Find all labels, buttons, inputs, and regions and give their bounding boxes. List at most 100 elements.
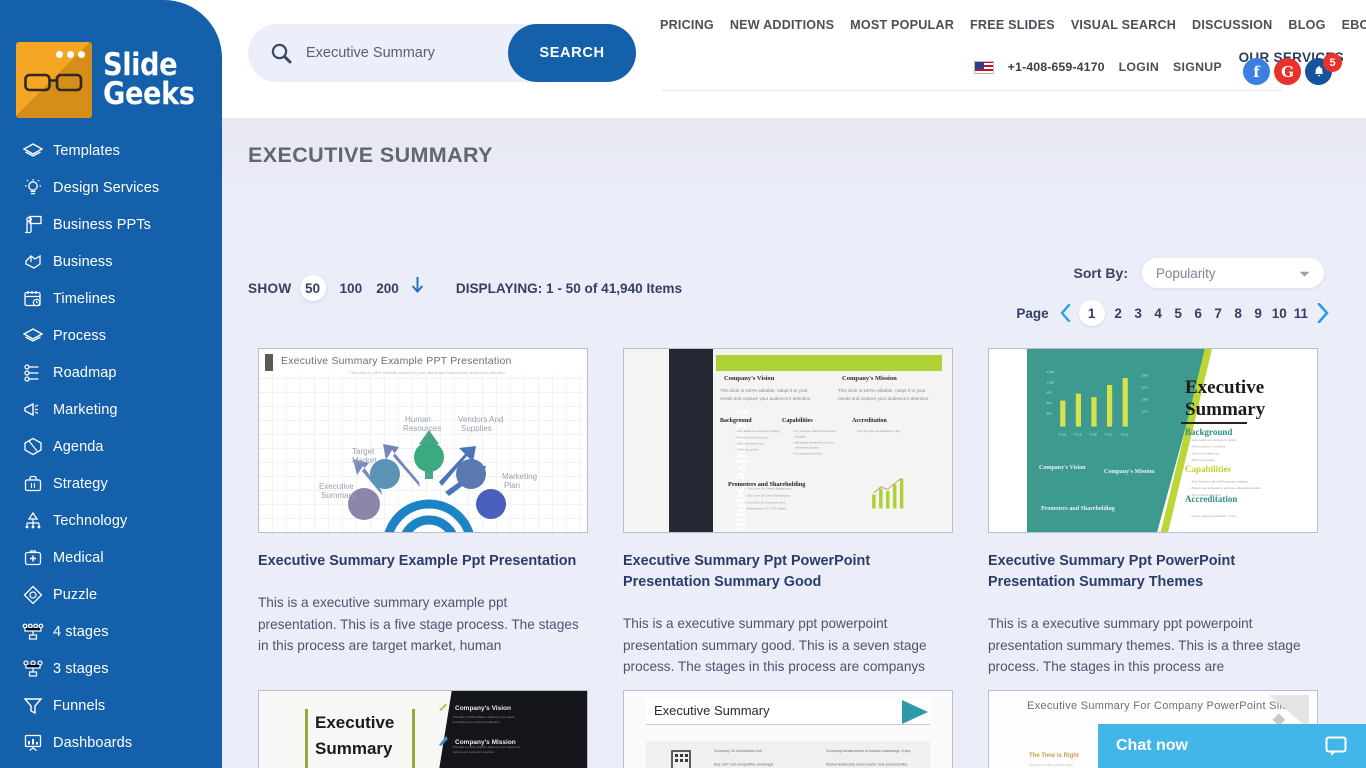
search-button[interactable]: SEARCH xyxy=(508,24,636,82)
show-option-200[interactable]: 200 xyxy=(376,281,399,296)
svg-text:15%: 15% xyxy=(1142,398,1148,402)
topnav-item-most-popular[interactable]: MOST POPULAR xyxy=(850,18,954,32)
sidebar-item-3-stages[interactable]: 3 stages xyxy=(0,650,222,687)
google-icon[interactable]: G xyxy=(1274,58,1301,85)
topnav-item-new-additions[interactable]: NEW ADDITIONS xyxy=(730,18,834,32)
svg-text:900: 900 xyxy=(1046,391,1051,395)
svg-text:• Milestones achieved in servi: • Milestones achieved in services offere… xyxy=(1190,486,1261,490)
sidebar-item-business-ppts[interactable]: Business PPTs xyxy=(0,206,222,243)
svg-text:FY21: FY21 xyxy=(1105,432,1113,436)
thumb-art: Executive Summary Company's Vision Compa… xyxy=(624,349,952,532)
sidebar-item-medical[interactable]: Medical xyxy=(0,539,222,576)
thumb-art: Executive Summary Example PPT Presentati… xyxy=(259,349,587,532)
sidebar-item-funnels[interactable]: Funnels xyxy=(0,687,222,724)
show-option-100[interactable]: 100 xyxy=(340,281,363,296)
svg-text:20%: 20% xyxy=(1142,385,1148,389)
sidebar-item-puzzle[interactable]: Puzzle xyxy=(0,576,222,613)
svg-text:FY20: FY20 xyxy=(1090,432,1098,436)
sidebar-item-timelines[interactable]: Timelines xyxy=(0,280,222,317)
page-1[interactable]: 1 xyxy=(1078,300,1105,326)
header-divider xyxy=(662,90,1282,91)
thumb-left-label-1: Company's Vision xyxy=(1039,465,1086,471)
signup-link[interactable]: SIGNUP xyxy=(1173,60,1222,74)
page-4[interactable]: 4 xyxy=(1152,306,1165,321)
sidebar-item-roadmap[interactable]: Roadmap xyxy=(0,354,222,391)
svg-text:Company infrastructure of loca: Company infrastructure of location advan… xyxy=(826,749,911,753)
pagination: Page 1 2 3 4 5 6 7 8 9 10 11 xyxy=(1016,300,1330,326)
sidebar-item-4-stages[interactable]: 4 stages xyxy=(0,613,222,650)
thumbnail-bracket-dark[interactable]: Executive Summary Company's Vision Compa… xyxy=(258,690,588,768)
page-3[interactable]: 3 xyxy=(1132,306,1145,321)
card-title[interactable]: Executive Summary Ppt PowerPoint Present… xyxy=(988,551,1318,593)
chevron-right-icon[interactable] xyxy=(1315,303,1330,323)
page-2[interactable]: 2 xyxy=(1112,306,1125,321)
card-title[interactable]: Executive Summary Example Ppt Presentati… xyxy=(258,551,588,572)
layers-icon xyxy=(22,325,44,346)
topnav-item-pricing[interactable]: PRICING xyxy=(660,18,714,32)
logo-mark xyxy=(16,42,92,118)
page-7[interactable]: 7 xyxy=(1212,306,1225,321)
facebook-icon[interactable]: f xyxy=(1243,58,1270,85)
thumb-sub: The Time is Right xyxy=(1029,753,1079,759)
sidebar-item-label: Design Services xyxy=(53,179,160,196)
sidebar-item-marketing[interactable]: Marketing xyxy=(0,391,222,428)
sidebar-item-agenda[interactable]: Agenda xyxy=(0,428,222,465)
page-8[interactable]: 8 xyxy=(1232,306,1245,321)
page-10[interactable]: 10 xyxy=(1272,306,1287,321)
phone-number[interactable]: +1-408-659-4170 xyxy=(1008,60,1105,74)
handshake-icon xyxy=(22,251,44,272)
page-5[interactable]: 5 xyxy=(1172,306,1185,321)
thumbnail-teal-split[interactable]: 1,500 1,200 900 600 300 FY18 FY19 FY20 FY21 FY… xyxy=(988,348,1318,533)
sidebar-item-label: Business PPTs xyxy=(53,216,152,233)
thumbnail-dark-sidebar-table[interactable]: Executive Summary Company's Vision Compa… xyxy=(623,348,953,533)
thumbnail-target-arrows[interactable]: Executive Summary Example PPT Presentati… xyxy=(258,348,588,533)
sort-controls: Sort By: Popularity xyxy=(1074,258,1324,288)
topnav-item-ebooks[interactable]: EBOOKS xyxy=(1342,18,1366,32)
sidebar-item-templates[interactable]: Templates xyxy=(0,132,222,169)
briefcase-icon xyxy=(22,473,44,494)
sidebar-item-label: Templates xyxy=(53,142,120,159)
show-option-50[interactable]: 50 xyxy=(299,275,326,301)
svg-text:• Add details on company's his: • Add details on company's history xyxy=(1190,438,1237,442)
notification-bell-icon[interactable]: 5 xyxy=(1305,53,1342,85)
sidebar-item-process[interactable]: Process xyxy=(0,317,222,354)
svg-text:• How it all started etc: • How it all started etc xyxy=(735,441,764,445)
svg-text:• How it all started etc: • How it all started etc xyxy=(1190,451,1220,455)
svg-text:• Key projects handled: • Key projects handled xyxy=(1190,493,1221,497)
result-card: Executive Summary Company's Vision Compa… xyxy=(258,690,588,768)
svg-text:Resources: Resources xyxy=(403,424,441,433)
svg-text:• List of major accreditation,: • List of major accreditation, if any xyxy=(1190,514,1237,518)
thumbnail-play-header[interactable]: Executive Summary Company Overview Compa… xyxy=(623,690,953,768)
sidebar-item-design-services[interactable]: Design Services xyxy=(0,169,222,206)
glasses-icon xyxy=(24,73,83,92)
thumb-art: Executive Summary Company Overview Compa… xyxy=(624,691,952,768)
topnav-item-visual-search[interactable]: VISUAL SEARCH xyxy=(1071,18,1176,32)
card-title[interactable]: Executive Summary Ppt PowerPoint Present… xyxy=(623,551,953,593)
sidebar-item-dashboards[interactable]: Dashboards xyxy=(0,724,222,761)
sidebar-item-technology[interactable]: Technology xyxy=(0,502,222,539)
topnav-item-free-slides[interactable]: FREE SLIDES xyxy=(970,18,1055,32)
topnav-item-discussion[interactable]: DISCUSSION xyxy=(1192,18,1272,32)
logo[interactable]: Slide Geeks xyxy=(16,42,207,118)
sidebar-item-business[interactable]: Business xyxy=(0,243,222,280)
arrow-down-icon[interactable] xyxy=(411,277,424,299)
pagination-label: Page xyxy=(1016,305,1049,321)
login-link[interactable]: LOGIN xyxy=(1119,60,1159,74)
svg-text:capacity: capacity xyxy=(795,434,806,438)
page-9[interactable]: 9 xyxy=(1252,306,1265,321)
chevron-down-icon xyxy=(1299,271,1310,277)
chat-now-widget[interactable]: Chat now xyxy=(1098,724,1366,768)
page-6[interactable]: 6 xyxy=(1192,306,1205,321)
page-11[interactable]: 11 xyxy=(1294,306,1308,321)
us-flag-icon xyxy=(973,60,994,74)
lightbulb-icon xyxy=(22,177,44,198)
svg-text:This slide is 100% editable. A: This slide is 100% editable. Adapt it to… xyxy=(453,745,521,749)
topnav-item-blog[interactable]: BLOG xyxy=(1288,18,1325,32)
svg-text:• Key services offered/Product: • Key services offered/Production xyxy=(792,429,836,433)
chevron-left-icon[interactable] xyxy=(1059,304,1072,322)
thumb-heading-2: Summary xyxy=(315,739,393,758)
sidebar-item-label: Puzzle xyxy=(53,586,98,603)
sidebar-item-strategy[interactable]: Strategy xyxy=(0,465,222,502)
sidebar: Slide Geeks Templates Design Services Busi… xyxy=(0,0,222,768)
sort-select[interactable]: Popularity xyxy=(1142,258,1324,288)
